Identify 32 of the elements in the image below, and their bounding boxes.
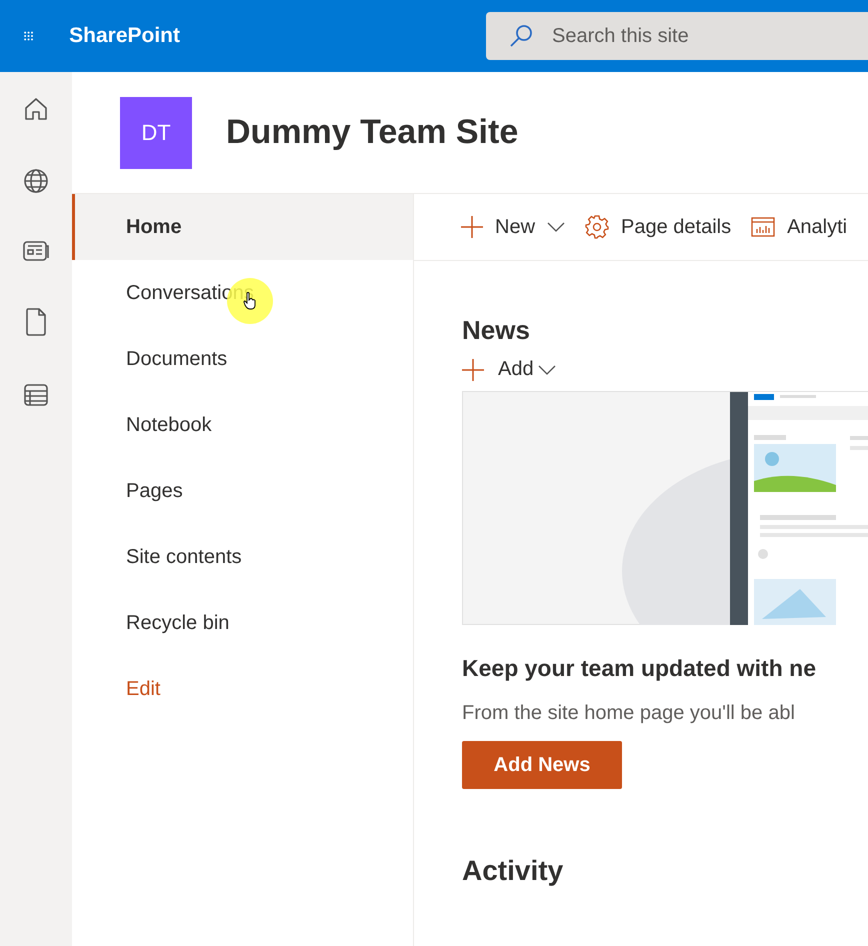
- list-icon[interactable]: [23, 382, 49, 408]
- new-button[interactable]: New: [461, 216, 566, 238]
- section-heading: Activity: [462, 855, 564, 887]
- globe-icon[interactable]: [23, 168, 49, 194]
- plus-icon: [462, 358, 484, 380]
- add-button[interactable]: Add: [462, 358, 556, 381]
- document-icon[interactable]: [25, 308, 47, 336]
- plus-icon: [461, 216, 483, 238]
- site-logo[interactable]: DT: [120, 96, 192, 168]
- analytics-button[interactable]: Analyti: [751, 216, 848, 238]
- nav-link[interactable]: Site contents: [72, 524, 413, 590]
- nav-link[interactable]: Edit: [72, 656, 413, 722]
- chart-icon: [751, 217, 776, 237]
- site-title[interactable]: Dummy Team Site: [226, 113, 518, 152]
- nav-link[interactable]: Recycle bin: [72, 590, 413, 656]
- nav-link[interactable]: Pages: [72, 458, 413, 524]
- empty-state-title: Keep your team updated with ne: [462, 655, 817, 682]
- search-icon: [508, 23, 534, 49]
- chevron-down-icon: [547, 222, 566, 232]
- gear-icon: [585, 215, 610, 239]
- empty-state-text: From the site home page you'll be abl: [462, 702, 796, 725]
- app-name[interactable]: SharePoint: [69, 24, 180, 48]
- nav-link[interactable]: Notebook: [72, 392, 413, 458]
- nav-link[interactable]: Documents: [72, 326, 413, 392]
- section-heading: News: [462, 315, 531, 346]
- nav-link[interactable]: Home: [72, 194, 413, 260]
- chevron-down-icon: [538, 364, 556, 374]
- page-details-button[interactable]: Page details: [585, 215, 732, 239]
- news-icon[interactable]: [23, 240, 49, 262]
- home-icon[interactable]: [23, 96, 49, 122]
- search-field[interactable]: Search this site: [486, 12, 868, 60]
- add-news-button[interactable]: Add News: [462, 741, 622, 789]
